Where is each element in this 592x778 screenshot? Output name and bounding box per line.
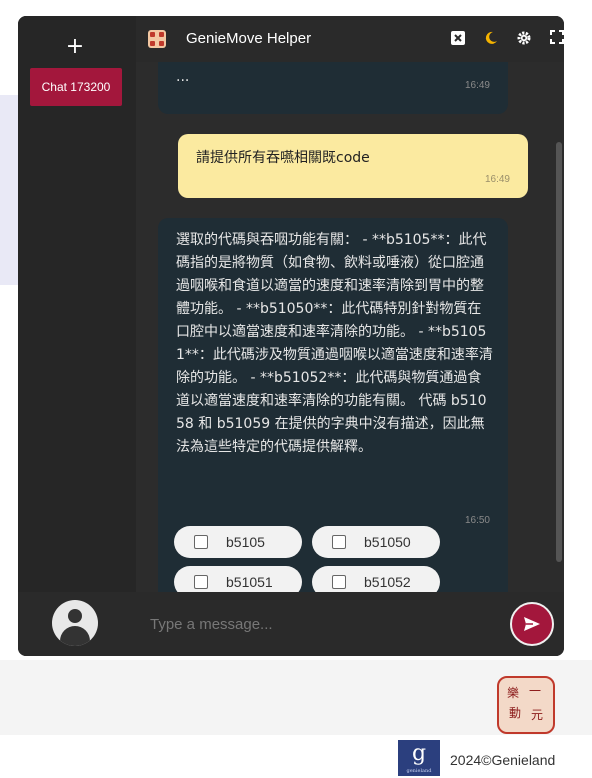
message-time: 16:50 (464, 515, 490, 526)
option-checkbox[interactable]: b51052 (312, 566, 440, 592)
option-checkbox[interactable]: b51051 (174, 566, 302, 592)
send-button[interactable] (510, 602, 554, 646)
avatar (52, 600, 98, 646)
option-checkbox[interactable]: b5105 (174, 526, 302, 558)
option-label-b51052: b51052 (364, 574, 411, 590)
brand-badge: 樂 一 動 元 (497, 676, 555, 734)
chat-widget: + Chat 173200 GenieMove Helper ... 16:49… (18, 16, 564, 656)
moon-icon[interactable] (482, 30, 500, 48)
user-message: 請提供所有吞嚥相關既code 16:49 (178, 134, 528, 198)
gear-icon[interactable] (515, 30, 533, 48)
fullscreen-icon[interactable] (548, 30, 564, 48)
copyright-text: 2024©Genieland (450, 752, 556, 768)
option-checkbox[interactable]: b51050 (312, 526, 440, 558)
composer-bar (18, 592, 564, 656)
chat-sidebar: + Chat 173200 (18, 16, 136, 592)
app-logo-icon (148, 30, 166, 48)
close-box-icon[interactable] (449, 30, 467, 48)
message-text: 選取的代碼與吞咽功能有關： - **b5105**：此代碼指的是將物質（如食物、… (176, 232, 493, 455)
scrollbar[interactable] (556, 142, 562, 562)
message-input[interactable] (148, 608, 482, 640)
message-list[interactable]: ... 16:49 請提供所有吞嚥相關既code 16:49 選取的代碼與吞咽功… (136, 62, 564, 592)
chat-header: GenieMove Helper (136, 16, 564, 62)
new-chat-button[interactable]: + (60, 32, 90, 62)
checkbox-icon[interactable] (332, 535, 346, 549)
message-time: 16:49 (464, 80, 490, 91)
send-icon (524, 617, 540, 631)
app-title: GenieMove Helper (186, 30, 312, 47)
bot-message: 選取的代碼與吞咽功能有關： - **b5105**：此代碼指的是將物質（如食物、… (158, 218, 508, 592)
bot-message: ... 16:49 (158, 62, 508, 114)
checkbox-icon[interactable] (194, 535, 208, 549)
checkbox-icon[interactable] (332, 575, 346, 589)
sidebar-item-chat[interactable]: Chat 173200 (30, 68, 122, 106)
message-time: 16:49 (484, 174, 510, 185)
genieland-logo: g genieland (398, 740, 440, 776)
message-text: ... (176, 69, 190, 85)
checkbox-icon[interactable] (194, 575, 208, 589)
message-text: 請提供所有吞嚥相關既code (196, 150, 370, 166)
